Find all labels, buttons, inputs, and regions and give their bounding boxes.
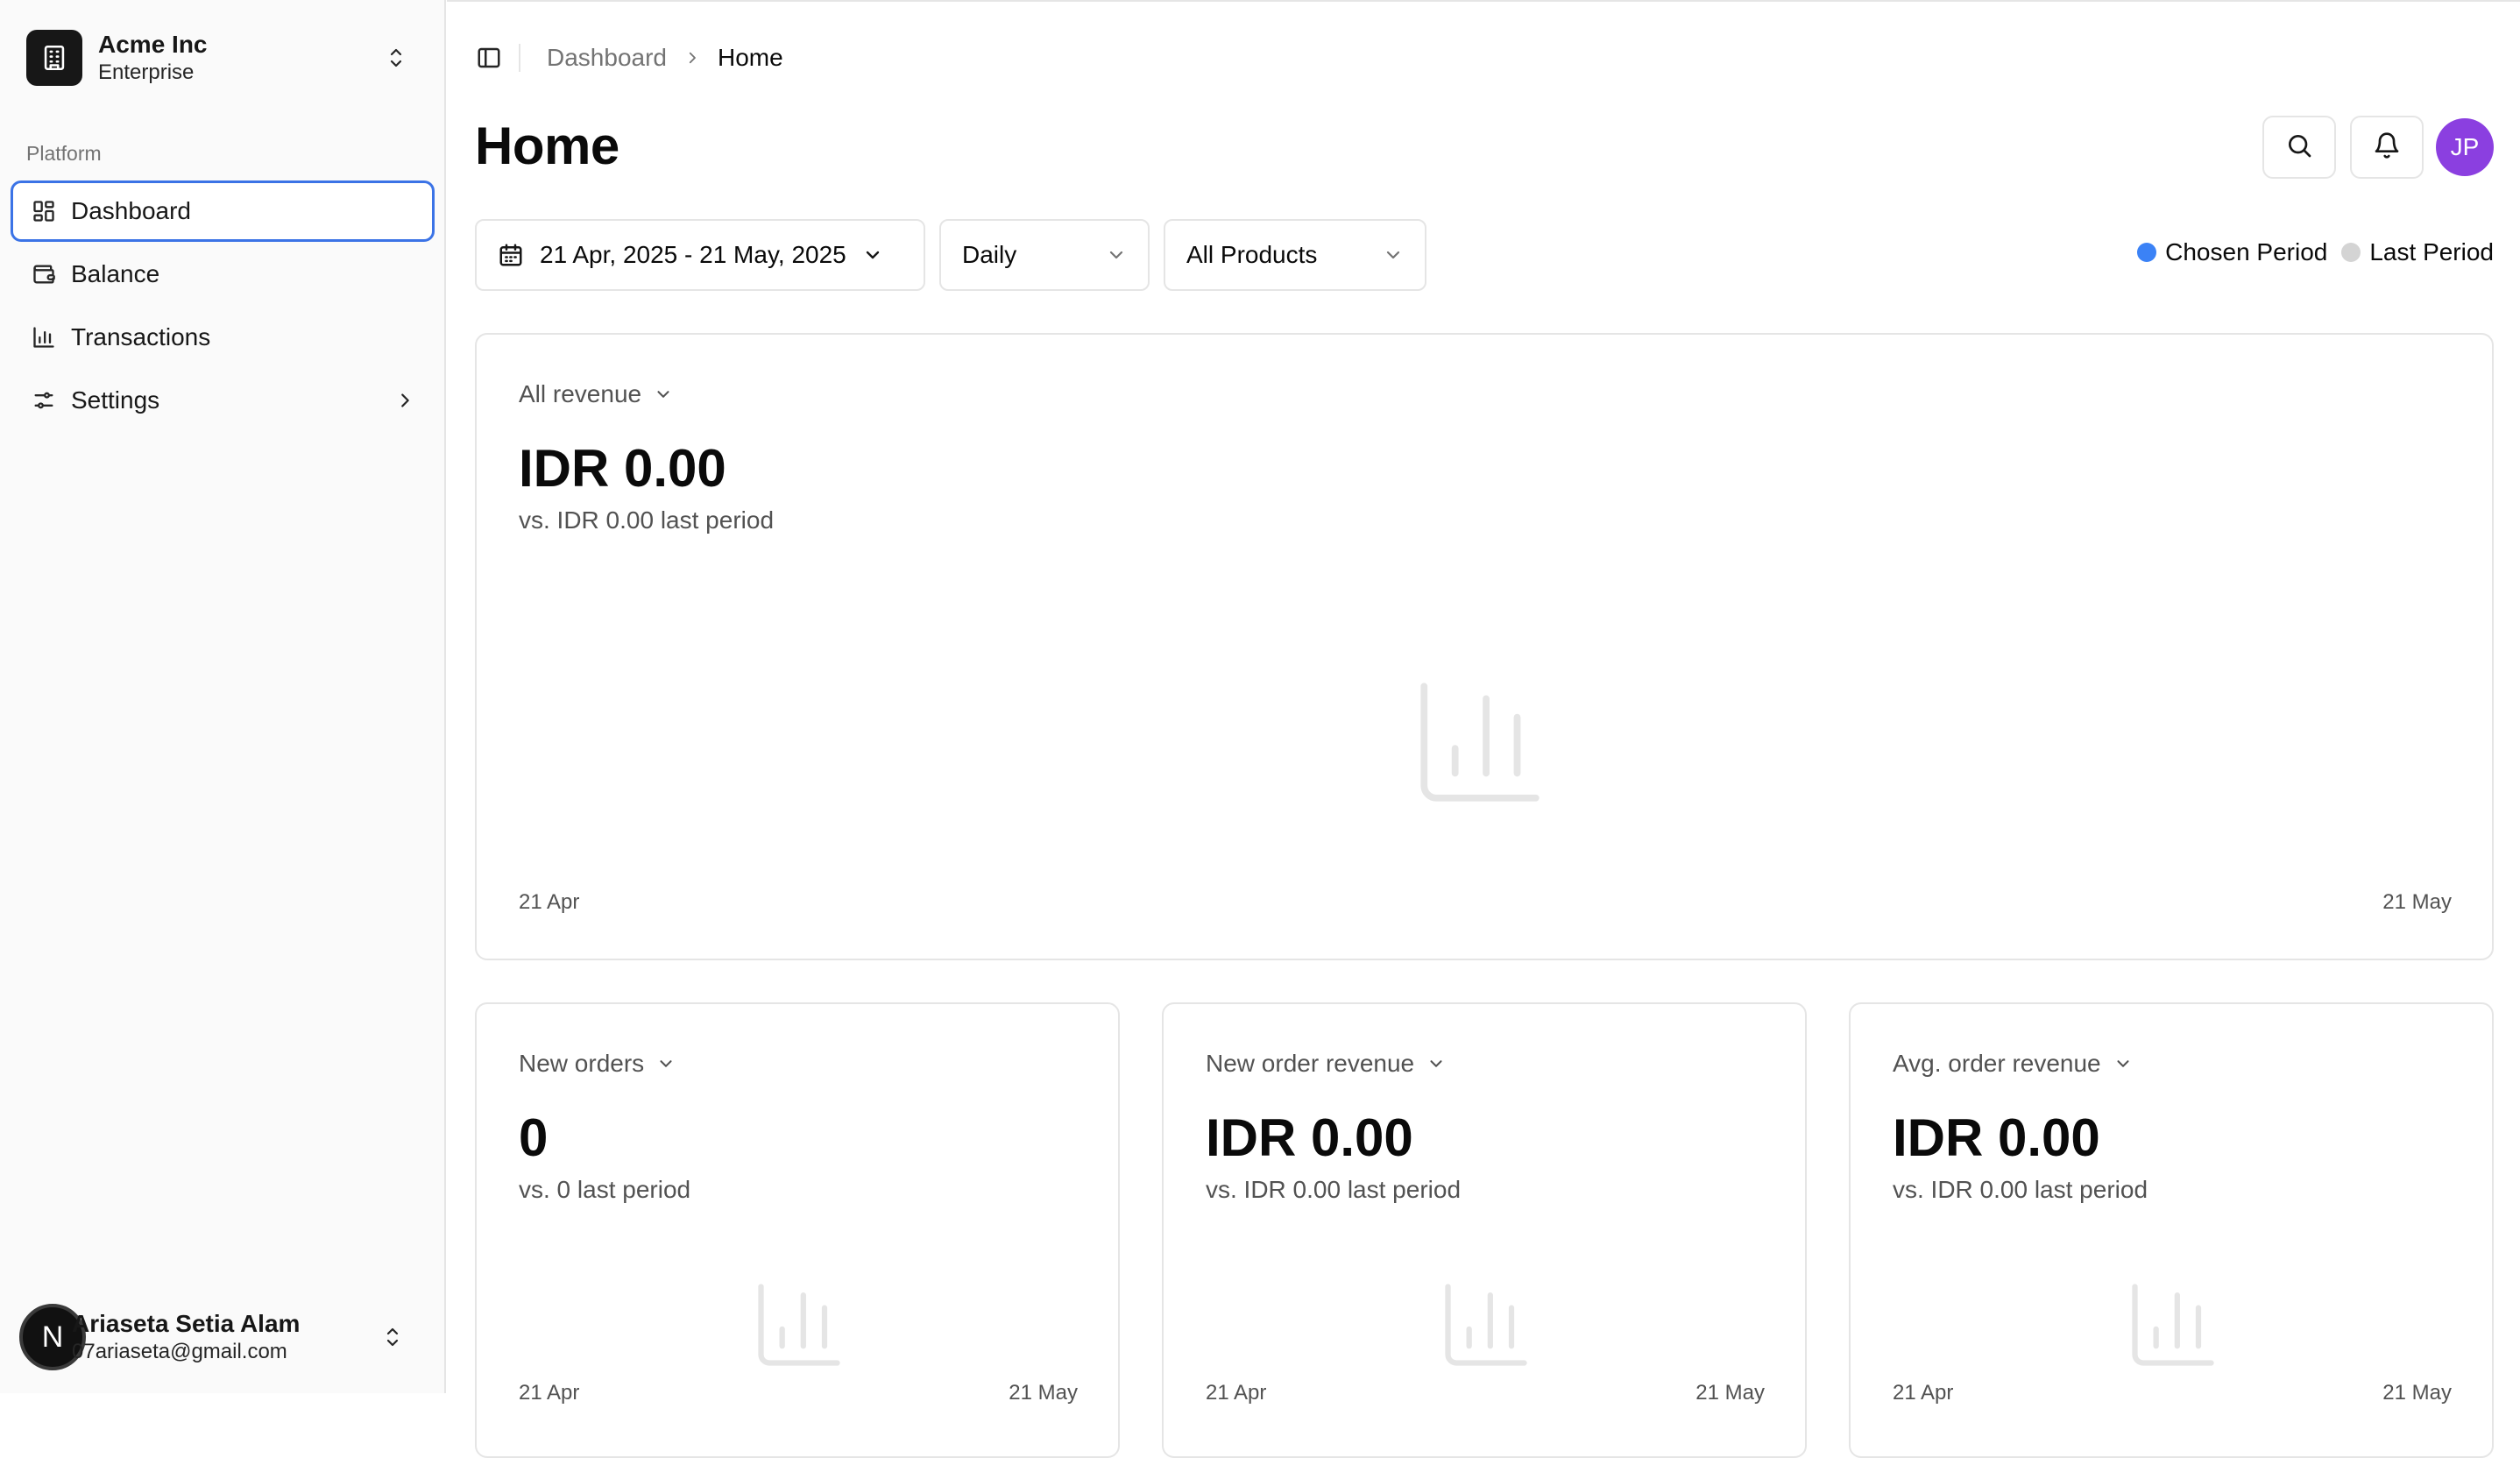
chart-legend: Chosen Period Last Period (2123, 238, 2494, 266)
team-plan: Enterprise (98, 60, 195, 85)
breadcrumb-current: Home (717, 44, 783, 71)
calendar-icon (498, 242, 524, 268)
metric-select[interactable]: All revenue (519, 380, 673, 408)
bar-chart-icon (31, 324, 57, 350)
team-name: Acme Inc (98, 30, 208, 58)
empty-chart-icon (2122, 1274, 2224, 1376)
x-axis-end-label: 21 May (2382, 1381, 2452, 1405)
metric-select[interactable]: Avg. order revenue (1893, 1050, 2133, 1078)
user-menu[interactable]: N Ariaseta Setia Alam 07ariaseta@gmail.c… (12, 1293, 422, 1381)
x-axis-start-label: 21 Apr (519, 890, 580, 914)
metric-comparison: vs. IDR 0.00 last period (1206, 1176, 1462, 1203)
metric-select[interactable]: New order revenue (1206, 1050, 1446, 1078)
bell-icon (2373, 131, 2401, 164)
chevrons-up-down-icon (380, 1325, 405, 1349)
sidebar: Acme Inc Enterprise Platform Dashboard B… (0, 0, 446, 1393)
top-bar: Dashboard Home (475, 40, 783, 75)
chevron-down-icon (862, 244, 883, 265)
user-name: Ariaseta Setia Alam (72, 1309, 301, 1337)
team-switcher[interactable]: Acme Inc Enterprise (12, 18, 422, 98)
x-axis-end-label: 21 May (1009, 1381, 1078, 1405)
metric-comparison: vs. IDR 0.00 last period (519, 506, 775, 534)
notifications-button[interactable] (2350, 116, 2424, 179)
divider (519, 44, 520, 72)
legend-dot-last (2341, 243, 2361, 262)
chevron-down-icon (654, 385, 673, 404)
legend-dot-chosen (2137, 243, 2157, 262)
legend-chosen-period: Chosen Period (2137, 238, 2327, 266)
sidebar-item-label: Transactions (71, 323, 211, 350)
metric-value: IDR 0.00 (1893, 1108, 2100, 1167)
wallet-icon (31, 261, 57, 287)
building-icon (26, 30, 82, 86)
chevron-down-icon (656, 1054, 676, 1073)
product-select[interactable]: All Products (1164, 219, 1426, 291)
x-axis-end-label: 21 May (2382, 890, 2452, 914)
sidebar-nav: Dashboard Balance Transactions Settings (11, 180, 435, 433)
sidebar-item-dashboard[interactable]: Dashboard (11, 180, 435, 242)
product-value: All Products (1186, 241, 1318, 268)
chevrons-up-down-icon (384, 46, 408, 70)
period-select[interactable]: Daily (939, 219, 1150, 291)
legend-label: Last Period (2369, 238, 2494, 265)
sliders-icon (31, 387, 57, 414)
chevron-down-icon (1383, 244, 1404, 265)
user-email: 07ariaseta@gmail.com (72, 1340, 287, 1364)
metric-title: Avg. order revenue (1893, 1050, 2101, 1077)
x-axis-start-label: 21 Apr (519, 1381, 580, 1405)
sidebar-item-label: Dashboard (71, 197, 191, 224)
sidebar-item-balance[interactable]: Balance (11, 244, 435, 305)
date-range-picker[interactable]: 21 Apr, 2025 - 21 May, 2025 (475, 219, 925, 291)
metric-value: 0 (519, 1108, 549, 1167)
metric-select[interactable]: New orders (519, 1050, 676, 1078)
main-content: Dashboard Home Home JP 21 Apr, 2025 - 21… (447, 0, 2520, 1458)
sidebar-item-label: Settings (71, 386, 160, 414)
all-revenue-card: All revenue IDR 0.00 vs. IDR 0.00 last p… (475, 333, 2494, 960)
metric-value: IDR 0.00 (1206, 1108, 1413, 1167)
metric-comparison: vs. 0 last period (519, 1176, 691, 1203)
empty-chart-icon (1405, 668, 1554, 817)
chevron-down-icon (1106, 244, 1127, 265)
x-axis-end-label: 21 May (1695, 1381, 1765, 1405)
empty-chart-icon (1435, 1274, 1537, 1376)
metric-value: IDR 0.00 (519, 439, 726, 498)
legend-label: Chosen Period (2165, 238, 2328, 265)
chevron-down-icon (1426, 1054, 1446, 1073)
nav-group-label: Platform (26, 142, 102, 165)
metric-title: New order revenue (1206, 1050, 1415, 1077)
empty-chart-icon (748, 1274, 850, 1376)
metric-title: New orders (519, 1050, 645, 1077)
x-axis-start-label: 21 Apr (1893, 1381, 1954, 1405)
metric-comparison: vs. IDR 0.00 last period (1893, 1176, 2148, 1203)
sidebar-item-settings[interactable]: Settings (11, 370, 435, 431)
layout-grid-icon (31, 198, 57, 224)
header-actions: JP (2262, 116, 2494, 179)
sidebar-item-label: Balance (71, 260, 160, 287)
breadcrumb-parent[interactable]: Dashboard (547, 44, 667, 72)
legend-last-period: Last Period (2341, 238, 2494, 266)
new-orders-card: New orders 0 vs. 0 last period 21 Apr 21… (475, 1002, 1120, 1458)
chevron-right-icon (684, 50, 700, 66)
new-order-revenue-card: New order revenue IDR 0.00 vs. IDR 0.00 … (1162, 1002, 1807, 1458)
chevron-down-icon (2113, 1054, 2133, 1073)
metric-title: All revenue (519, 380, 642, 407)
page-title: Home (475, 117, 619, 175)
period-value: Daily (962, 241, 1017, 268)
search-icon (2285, 131, 2313, 164)
sidebar-toggle-icon[interactable] (475, 44, 503, 72)
avg-order-revenue-card: Avg. order revenue IDR 0.00 vs. IDR 0.00… (1849, 1002, 2494, 1458)
filter-bar: 21 Apr, 2025 - 21 May, 2025 Daily All Pr… (475, 219, 1441, 291)
sidebar-item-transactions[interactable]: Transactions (11, 307, 435, 368)
date-range-value: 21 Apr, 2025 - 21 May, 2025 (540, 241, 846, 268)
avatar[interactable]: JP (2436, 118, 2494, 176)
x-axis-start-label: 21 Apr (1206, 1381, 1267, 1405)
search-button[interactable] (2262, 116, 2336, 179)
chevron-right-icon (395, 391, 414, 410)
